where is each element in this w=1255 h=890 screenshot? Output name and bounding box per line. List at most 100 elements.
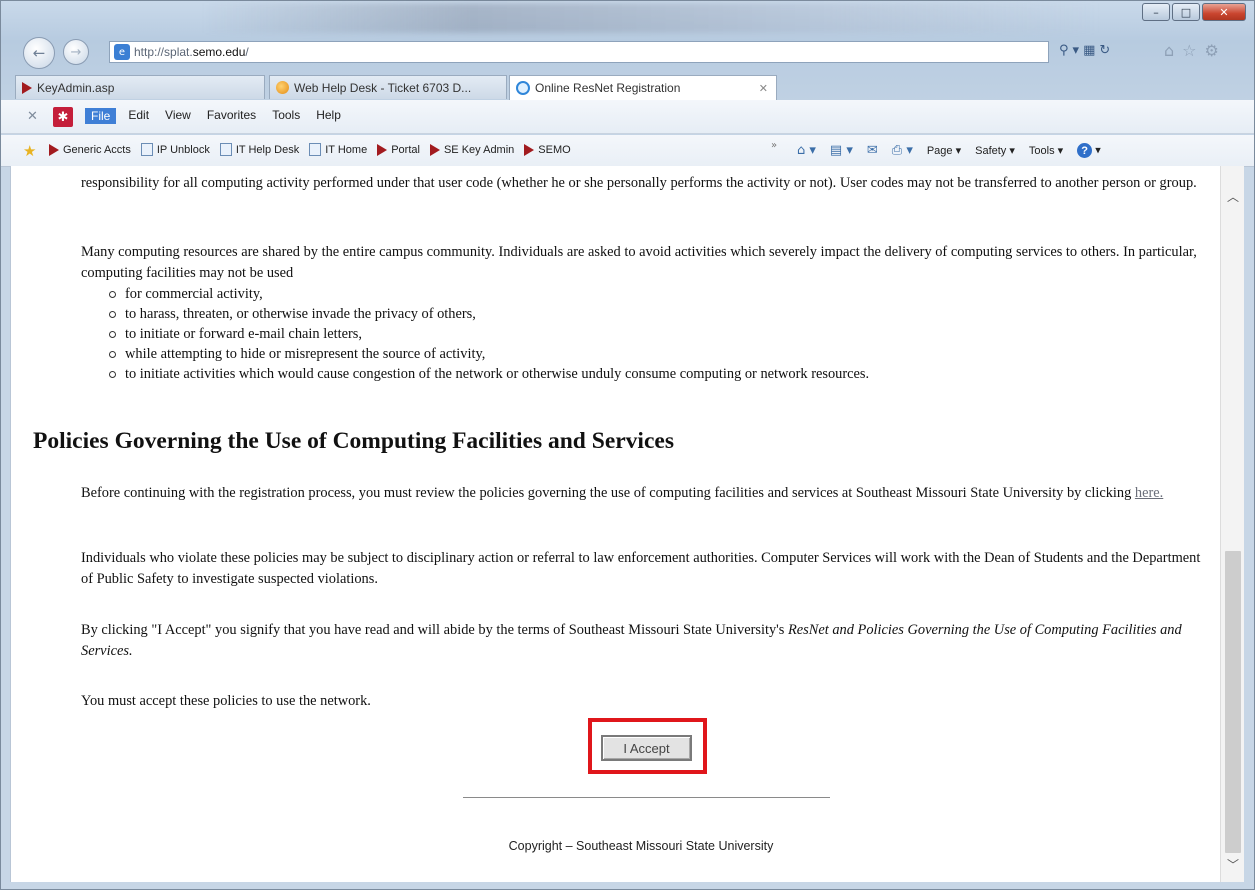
menu-help[interactable]: Help: [316, 108, 341, 124]
fav-it-help-desk[interactable]: IT Help Desk: [219, 143, 300, 156]
tab-label: Online ResNet Registration: [535, 81, 681, 95]
page-menu[interactable]: Page ▾: [927, 144, 961, 157]
close-toolbar-icon[interactable]: ✕: [27, 109, 38, 124]
accept-terms-paragraph: By clicking "I Accept" you signify that …: [81, 622, 1182, 659]
tab-keyadmin[interactable]: KeyAdmin.asp: [15, 75, 265, 99]
page-icon: [309, 143, 322, 156]
tools-menu[interactable]: Tools ▾: [1029, 144, 1063, 157]
list-item: to harass, threaten, or otherwise invade…: [109, 304, 1209, 324]
address-bar[interactable]: e http://splat.semo.edu/: [109, 41, 1049, 63]
tab-web-help-desk[interactable]: Web Help Desk - Ticket 6703 D...: [269, 75, 507, 99]
extension-icon[interactable]: ✱: [53, 107, 73, 127]
fav-label: IT Home: [325, 143, 368, 156]
fav-label: IP Unblock: [156, 143, 210, 156]
must-accept-text: You must accept these policies to use th…: [81, 693, 371, 709]
menu-bar: ✕ ✱ File Edit View Favorites Tools Help: [1, 100, 1254, 134]
menu-tools[interactable]: Tools: [272, 108, 300, 124]
semo-icon: [377, 143, 388, 156]
policies-here-link[interactable]: here.: [1135, 485, 1163, 501]
bullet-icon: [109, 370, 116, 378]
menu-view[interactable]: View: [165, 108, 191, 124]
menu-items: File Edit View Favorites Tools Help: [85, 108, 341, 124]
page-icon: [219, 143, 232, 156]
fav-label: SE Key Admin: [443, 143, 515, 156]
favorites-star-icon[interactable]: ☆: [1182, 41, 1196, 60]
intro-paragraph: responsibility for all computing activit…: [81, 175, 1197, 191]
scroll-thumb[interactable]: [1225, 551, 1241, 853]
list-item: to initiate or forward e-mail chain lett…: [109, 324, 1209, 344]
help-menu[interactable]: ? ▾: [1077, 143, 1101, 158]
mail-icon[interactable]: ✉: [867, 143, 878, 158]
fav-se-key-admin[interactable]: SE Key Admin: [429, 143, 515, 156]
semo-icon: [22, 81, 32, 94]
shared-resources-paragraph: Many computing resources are shared by t…: [81, 244, 1197, 281]
tab-online-resnet-registration[interactable]: Online ResNet Registration ✕: [509, 75, 777, 100]
copyright-text: Copyright – Southeast Missouri State Uni…: [508, 839, 774, 853]
page-icon: [140, 143, 153, 156]
scroll-down-icon[interactable]: ﹀: [1225, 856, 1241, 872]
menu-edit[interactable]: Edit: [128, 108, 149, 124]
close-tab-icon[interactable]: ✕: [759, 82, 768, 95]
violation-paragraph: Individuals who violate these policies m…: [81, 550, 1201, 587]
tab-row: KeyAdmin.asp Web Help Desk - Ticket 6703…: [15, 75, 1245, 100]
browser-right-icons: ⌂ ☆ ⚙: [1164, 41, 1219, 60]
web-help-desk-icon: [276, 81, 289, 94]
list-item: for commercial activity,: [109, 284, 1209, 304]
compatibility-view-icon[interactable]: ▦: [1083, 43, 1095, 58]
home-command-icon[interactable]: ⌂ ▾: [797, 143, 816, 158]
prohibited-uses-list: for commercial activity, to harass, thre…: [109, 284, 1209, 384]
scroll-up-icon[interactable]: ︿: [1225, 188, 1241, 204]
address-tools: ⚲ ▾ ▦ ↻: [1059, 43, 1110, 58]
bullet-icon: [109, 290, 116, 298]
vertical-scrollbar[interactable]: ︿ ﹀: [1220, 166, 1244, 882]
page-viewport: responsibility for all computing activit…: [10, 166, 1220, 882]
back-arrow-icon: ←: [32, 44, 46, 62]
review-policies-paragraph: Before continuing with the registration …: [81, 485, 1164, 501]
more-favorites-chevron-icon[interactable]: »: [771, 140, 777, 151]
fav-it-home[interactable]: IT Home: [309, 143, 367, 156]
menu-favorites[interactable]: Favorites: [207, 108, 256, 124]
feeds-icon[interactable]: ▤ ▾: [830, 143, 853, 158]
minimize-button[interactable]: –: [1142, 3, 1170, 21]
settings-gear-icon[interactable]: ⚙: [1205, 41, 1219, 60]
fav-ip-unblock[interactable]: IP Unblock: [140, 143, 210, 156]
favorites-bar: ★ Generic Accts IP Unblock IT Help Desk …: [1, 135, 1254, 167]
dropdown-chevron-icon[interactable]: ▾: [1073, 43, 1080, 58]
window-controls: – □ ✕: [1142, 3, 1246, 21]
forward-arrow-icon: →: [70, 44, 82, 60]
tab-label: KeyAdmin.asp: [37, 80, 115, 95]
close-window-button[interactable]: ✕: [1202, 3, 1246, 21]
policies-heading: Policies Governing the Use of Computing …: [33, 428, 674, 454]
print-icon[interactable]: ⎙ ▾: [892, 143, 913, 158]
tab-label: Web Help Desk - Ticket 6703 D...: [294, 80, 472, 95]
fav-label: IT Help Desk: [235, 143, 300, 156]
i-accept-button[interactable]: I Accept: [601, 735, 692, 761]
ie-icon: [516, 81, 530, 95]
title-bar: [201, 3, 1101, 33]
fav-label: Generic Accts: [63, 143, 131, 156]
refresh-icon[interactable]: ↻: [1099, 43, 1110, 58]
home-icon[interactable]: ⌂: [1164, 41, 1174, 60]
favorites-links: Generic Accts IP Unblock IT Help Desk IT…: [49, 143, 571, 156]
fav-generic-accts[interactable]: Generic Accts: [49, 143, 131, 156]
bullet-icon: [109, 350, 116, 358]
semo-icon: [49, 143, 59, 156]
divider: [463, 797, 830, 798]
semo-icon: [429, 143, 440, 156]
menu-file[interactable]: File: [85, 108, 117, 124]
maximize-button[interactable]: □: [1172, 3, 1200, 21]
ie-page-icon: e: [114, 44, 130, 60]
back-button[interactable]: ←: [23, 37, 55, 69]
semo-icon: [524, 143, 535, 156]
safety-menu[interactable]: Safety ▾: [975, 144, 1015, 157]
help-icon: ?: [1077, 143, 1093, 158]
bullet-icon: [109, 310, 116, 318]
favorites-add-icon[interactable]: ★: [23, 142, 41, 160]
search-icon[interactable]: ⚲: [1059, 43, 1069, 58]
fav-semo[interactable]: SEMO: [524, 143, 571, 156]
list-item: while attempting to hide or misrepresent…: [109, 344, 1209, 364]
list-item: to initiate activities which would cause…: [109, 364, 1209, 384]
command-bar: ⌂ ▾ ▤ ▾ ✉ ⎙ ▾ Page ▾ Safety ▾ Tools ▾ ? …: [797, 143, 1101, 158]
fav-portal[interactable]: Portal: [377, 143, 420, 156]
forward-button[interactable]: →: [63, 39, 89, 65]
